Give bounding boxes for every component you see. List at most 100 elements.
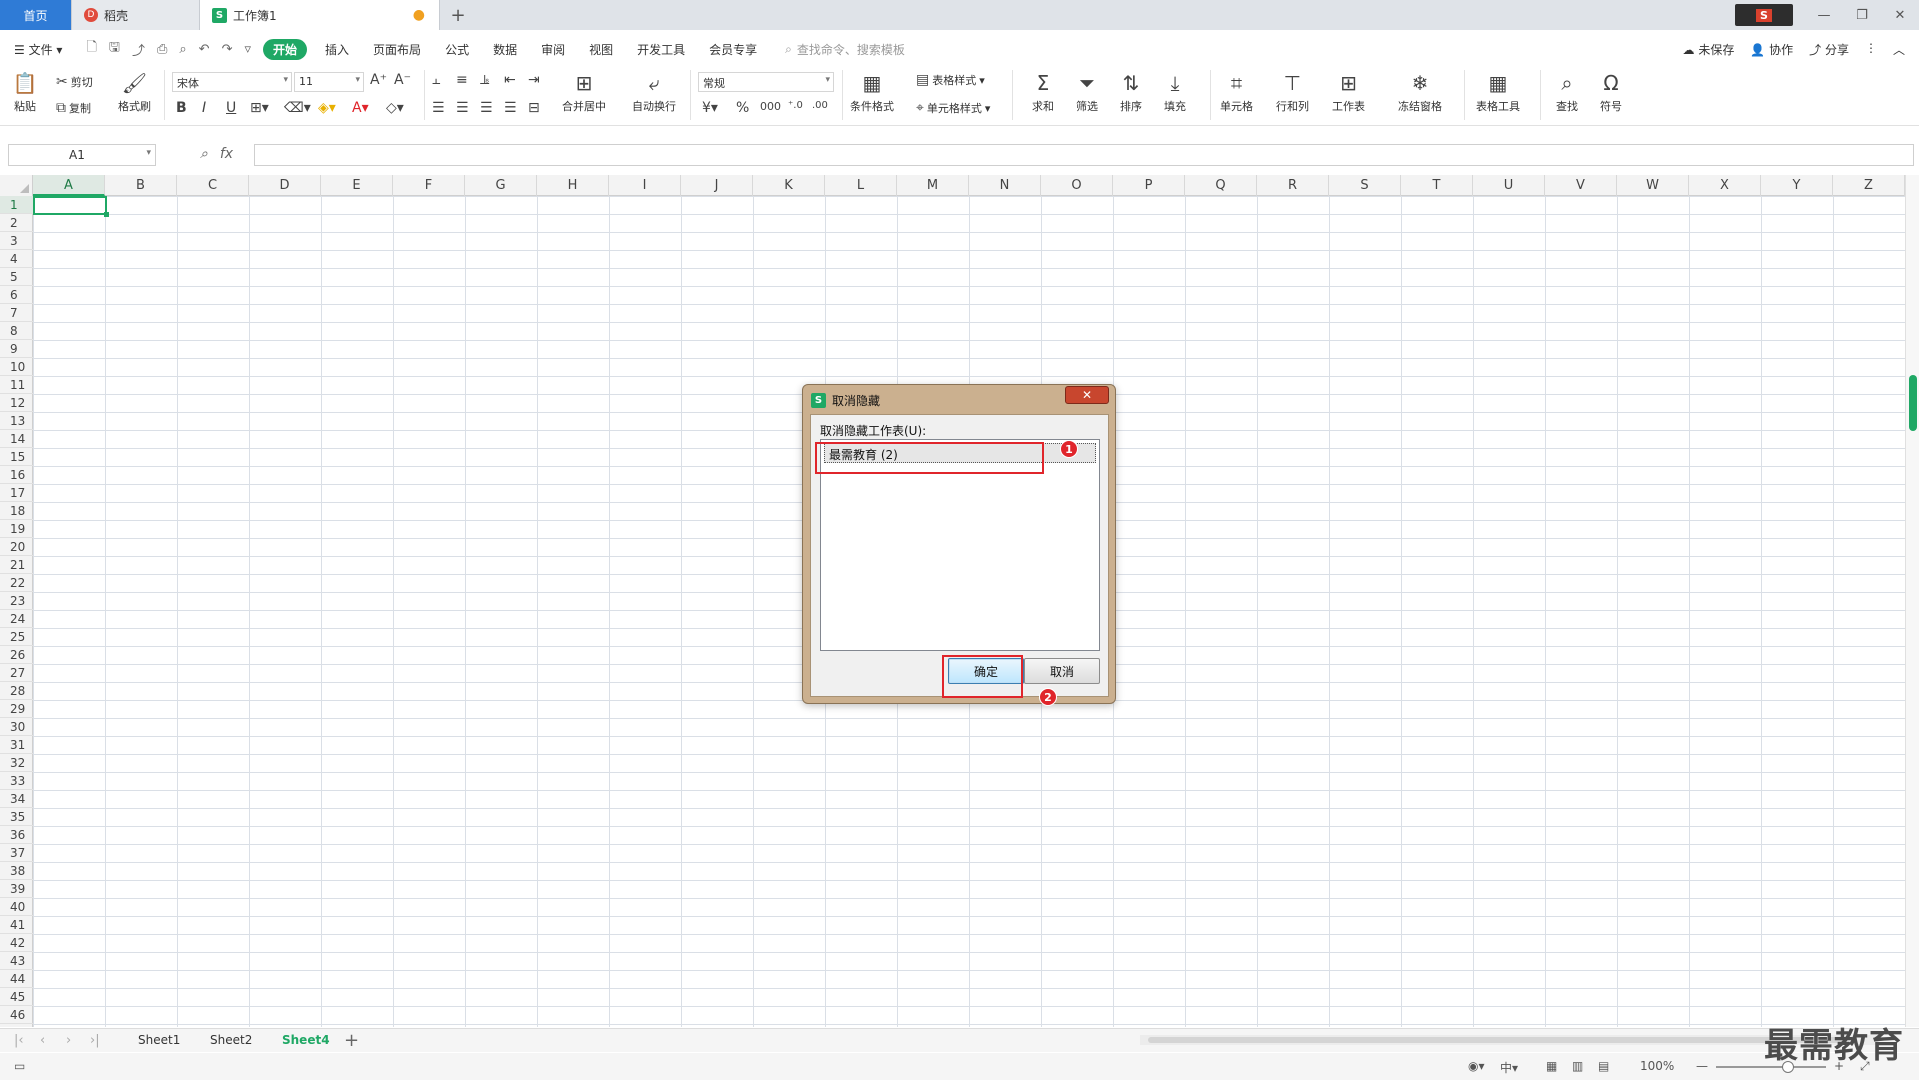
column-header-c[interactable]: C [177,175,249,196]
row-header-44[interactable]: 44 [0,970,33,988]
row-header-5[interactable]: 5 [0,268,33,286]
row-header-6[interactable]: 6 [0,286,33,304]
border-icon[interactable]: ⊞▾ [250,100,269,116]
print-icon[interactable]: ⎙ [157,42,167,57]
command-search[interactable]: ⌕ 查找命令、搜索模板 [785,41,905,58]
menu-formula[interactable]: 公式 [445,41,469,58]
sort-button[interactable]: ⇅ 排序 [1118,70,1144,114]
row-header-30[interactable]: 30 [0,718,33,736]
row-header-24[interactable]: 24 [0,610,33,628]
thousands-icon[interactable]: 000 [760,100,781,113]
row-header-38[interactable]: 38 [0,862,33,880]
column-header-t[interactable]: T [1401,175,1473,196]
row-header-2[interactable]: 2 [0,214,33,232]
zoom-out-icon[interactable]: — [1696,1059,1708,1073]
collapse-ribbon-icon[interactable]: ︿ [1893,41,1905,58]
row-header-10[interactable]: 10 [0,358,33,376]
normal-view-icon[interactable]: ▦ [1546,1059,1557,1073]
row-header-16[interactable]: 16 [0,466,33,484]
row-header-25[interactable]: 25 [0,628,33,646]
tab-home[interactable]: 首页 [0,0,72,30]
column-header-o[interactable]: O [1041,175,1113,196]
column-header-w[interactable]: W [1617,175,1689,196]
eraser-icon[interactable]: ◇▾ [386,100,404,116]
merge-center-button[interactable]: ⊞ 合并居中 [562,70,606,114]
reading-view-icon[interactable]: ▤ [1598,1059,1609,1073]
decimal-increase-icon[interactable]: ⁺.0 [788,100,803,111]
column-header-q[interactable]: Q [1185,175,1257,196]
add-sheet-icon[interactable]: + [344,1030,359,1051]
paste-button[interactable]: 📋 粘贴 [12,70,38,114]
dialog-close-button[interactable]: ✕ [1065,386,1109,404]
row-header-15[interactable]: 15 [0,448,33,466]
tab-docer[interactable]: D 稻壳 [72,0,200,30]
new-icon[interactable]: 🗋 [86,38,96,60]
font-name-select[interactable]: 宋体 [172,72,292,92]
column-header-s[interactable]: S [1329,175,1401,196]
row-header-1[interactable]: 1 [0,196,33,214]
bold-icon[interactable]: B [176,100,187,116]
table-tools-button[interactable]: ▦ 表格工具 [1476,70,1520,114]
sum-button[interactable]: Σ 求和 [1030,70,1056,114]
column-header-v[interactable]: V [1545,175,1617,196]
row-header-8[interactable]: 8 [0,322,33,340]
column-header-k[interactable]: K [753,175,825,196]
menu-developer[interactable]: 开发工具 [637,41,685,58]
row-header-27[interactable]: 27 [0,664,33,682]
align-middle-icon[interactable]: ≡ [456,72,468,88]
cell-style-button[interactable]: ⌖ 单元格样式 ▾ [916,100,990,116]
percent-icon[interactable]: % [736,100,749,116]
row-header-40[interactable]: 40 [0,898,33,916]
sheet-tab-sheet1[interactable]: Sheet1 [138,1033,180,1047]
zoom-formula-icon[interactable]: ⌕ [200,146,208,162]
export-icon[interactable]: ⤴ [132,40,145,59]
column-header-i[interactable]: I [609,175,681,196]
column-header-u[interactable]: U [1473,175,1545,196]
row-header-45[interactable]: 45 [0,988,33,1006]
sheet-tab-sheet2[interactable]: Sheet2 [210,1033,252,1047]
row-header-35[interactable]: 35 [0,808,33,826]
row-header-4[interactable]: 4 [0,250,33,268]
cut-button[interactable]: ✂ 剪切 [56,74,93,90]
row-header-34[interactable]: 34 [0,790,33,808]
symbol-button[interactable]: Ω 符号 [1598,70,1624,114]
row-header-22[interactable]: 22 [0,574,33,592]
column-header-h[interactable]: H [537,175,609,196]
share-button[interactable]: ⤴ 分享 [1809,41,1849,58]
active-cell-A1[interactable] [33,196,109,217]
align-bottom-icon[interactable]: ⫡ [480,72,489,88]
column-header-r[interactable]: R [1257,175,1329,196]
row-header-9[interactable]: 9 [0,340,33,358]
name-box[interactable]: A1 [8,144,156,166]
menu-member[interactable]: 会员专享 [709,41,757,58]
macro-record-icon[interactable]: ▭ [14,1059,25,1073]
font-size-select[interactable]: 11 [294,72,364,92]
italic-icon[interactable]: I [202,100,206,116]
first-sheet-icon[interactable]: |‹ [14,1033,24,1048]
currency-icon[interactable]: ¥▾ [702,100,718,116]
menu-data[interactable]: 数据 [493,41,517,58]
find-button[interactable]: ⌕ 查找 [1554,70,1580,114]
distribute-icon[interactable]: ⊟ [528,100,540,116]
menu-page-layout[interactable]: 页面布局 [373,41,421,58]
column-header-n[interactable]: N [969,175,1041,196]
align-center-icon[interactable]: ☰ [456,100,469,116]
more-icon[interactable]: ▿ [244,42,251,57]
column-header-l[interactable]: L [825,175,897,196]
row-header-36[interactable]: 36 [0,826,33,844]
clear-style-icon[interactable]: ⌫▾ [284,100,311,116]
column-header-m[interactable]: M [897,175,969,196]
preview-icon[interactable]: ⌕ [179,42,186,57]
align-left-icon[interactable]: ☰ [432,100,445,116]
fill-button[interactable]: ⤓ 填充 [1162,70,1188,114]
row-header-28[interactable]: 28 [0,682,33,700]
row-header-31[interactable]: 31 [0,736,33,754]
row-header-33[interactable]: 33 [0,772,33,790]
row-header-41[interactable]: 41 [0,916,33,934]
column-header-p[interactable]: P [1113,175,1185,196]
row-header-3[interactable]: 3 [0,232,33,250]
format-painter-button[interactable]: 🖌 格式刷 [118,70,151,114]
cell-button[interactable]: ⌗ 单元格 [1220,70,1253,114]
column-header-y[interactable]: Y [1761,175,1833,196]
underline-icon[interactable]: U [226,100,236,116]
